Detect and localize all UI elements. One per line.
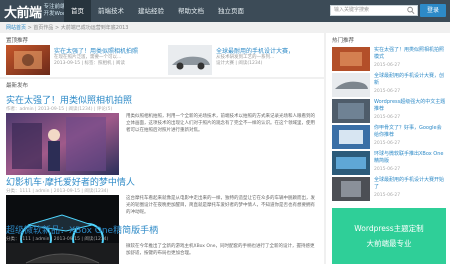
sidebar-item-title[interactable]: 全球最耐用的手机设计大赛，创新 xyxy=(374,73,446,87)
sidebar-item-date: 2015-06-27 xyxy=(374,89,401,94)
post-excerpt: 用类似照相机拍照，利用一个全新的光场技术，前端技术以拍照的方式来记录光场和人眼看… xyxy=(126,114,315,133)
post-excerpt: 这台摩托车看起来就像是从电影中走出来的一样，独特的造型让它在众多的车辆中脱颖而出… xyxy=(126,196,315,215)
main-nav: 首页 前端技术 建站经验 帮助文档 独立页面 xyxy=(64,0,251,22)
sidebar-thumbnail[interactable] xyxy=(332,125,370,149)
search-icon[interactable] xyxy=(406,6,416,15)
nav-item-frontend[interactable]: 前端技术 xyxy=(91,0,131,22)
sidebar-item[interactable]: 全球最耐用的手机设计大赛开始了 2015-06-27 xyxy=(332,177,445,201)
post-meta: 分类：1111 | admin | 2013-09-15 | 阅读(1234) xyxy=(6,189,109,194)
post-excerpt: 微软在今年推出了全新的游戏主机XBox One，同时配套的手柄也进行了全新的设计… xyxy=(126,244,315,256)
post-card: 实在太强了！用类似照相机拍照 作者：admin | 2013-09-15 | 阅… xyxy=(0,93,324,175)
top-navigation-bar: 大前端 专注前端 开发Wordpress 首页 前端技术 建站经验 帮助文档 独… xyxy=(0,0,450,22)
featured-title[interactable]: 全球最耐用的手机设计大赛， xyxy=(216,46,294,55)
featured-desc-line: 设计大赛 | 阅读(1234) xyxy=(216,61,263,66)
sidebar-thumbnail[interactable] xyxy=(332,177,370,201)
sidebar-thumbnail[interactable] xyxy=(332,47,370,71)
promo-line1: Wordpress主题定制 xyxy=(354,224,424,233)
post-card: 超级微软新品：XBox One精简版手柄 分类：1111 | admin | 2… xyxy=(0,223,324,264)
promo-banner[interactable]: Wordpress主题定制 大前端最专业 xyxy=(332,208,446,264)
featured-panel: 置顶推荐 实在太强了！用类似照相机拍照 在现在照片泛滥，需要一个可以... 20… xyxy=(0,33,324,77)
post-meta: 分类：1111 | admin | 2013-09-15 | 阅读(1234) xyxy=(6,237,109,242)
sidebar-thumbnail[interactable] xyxy=(332,151,370,175)
breadcrumb: 网站首页 > 首页作品 > 大前端已成功运营到年底2013 xyxy=(6,23,128,33)
featured-desc: 从技术研发到工艺的一系列... 设计大赛 | 阅读(1234) xyxy=(216,55,322,67)
sidebar-item-date: 2015-06-27 xyxy=(374,115,401,120)
promo-line2: 大前端最专业 xyxy=(366,239,412,248)
post-title[interactable]: 超级微软新品：XBox One精简版手柄 xyxy=(6,223,158,236)
sidebar-item-date: 2015-06-27 xyxy=(374,141,401,146)
login-button[interactable]: 登录 xyxy=(420,4,446,17)
sidebar-item-date: 2015-06-27 xyxy=(374,63,401,68)
sidebar: 热门推荐 实在太强了！用类似照相机拍照模式 2015-06-27 全球最耐用的手… xyxy=(326,33,450,264)
sidebar-item-title[interactable]: 全球最耐用的手机设计大赛开始了 xyxy=(374,177,446,191)
search-input[interactable]: 输入关键字搜索 xyxy=(330,5,418,16)
sidebar-item[interactable]: 全球最耐用的手机设计大赛，创新 2015-06-27 xyxy=(332,73,445,97)
sidebar-item-title[interactable]: 实在太强了！用类似照相机拍照模式 xyxy=(374,47,446,61)
featured-desc-line: 2013-09-15 | 标签：照相机 | 阅读 xyxy=(54,61,125,66)
featured-thumbnail[interactable] xyxy=(6,45,50,75)
logo-main-text: 大前端 xyxy=(4,5,42,21)
sidebar-thumbnail[interactable] xyxy=(332,73,370,97)
featured-heading: 置顶推荐 xyxy=(6,38,29,44)
post-meta: 作者：admin | 2013-09-15 | 阅读(1234) | 评论(5) xyxy=(6,107,113,112)
sidebar-item[interactable]: 你甲骨文了？好事，Google会给你推荐 2015-06-27 xyxy=(332,125,445,149)
sidebar-heading: 热门推荐 xyxy=(332,38,355,44)
sidebar-item[interactable]: 环球与微软联手推出XBox One精简版 2015-06-27 xyxy=(332,151,445,175)
sidebar-thumbnail[interactable] xyxy=(332,99,370,123)
sidebar-item[interactable]: Wordpress超级强大的中文主题推荐 2015-06-27 xyxy=(332,99,445,123)
sidebar-item-date: 2015-06-27 xyxy=(374,167,401,172)
latest-panel: 最新发布 实在太强了！用类似照相机拍照 作者：admin | 2013-09-1… xyxy=(0,79,324,264)
sidebar-item[interactable]: 实在太强了！用类似照相机拍照模式 2015-06-27 xyxy=(332,47,445,71)
post-title[interactable]: 实在太强了！用类似照相机拍照 xyxy=(6,93,132,106)
post-image[interactable] xyxy=(6,113,119,175)
nav-item-page[interactable]: 独立页面 xyxy=(211,0,251,22)
nav-item-help[interactable]: 帮助文档 xyxy=(171,0,211,22)
post-title[interactable]: 幻影机车·摩托爱好者的梦中情人 xyxy=(6,175,135,188)
nav-item-home[interactable]: 首页 xyxy=(64,0,91,22)
sidebar-item-title[interactable]: 环球与微软联手推出XBox One精简版 xyxy=(374,151,446,165)
sidebar-item-title[interactable]: Wordpress超级强大的中文主题推荐 xyxy=(374,99,446,113)
sidebar-item-title[interactable]: 你甲骨文了？好事，Google会给你推荐 xyxy=(374,125,446,139)
latest-heading: 最新发布 xyxy=(6,83,29,89)
featured-thumbnail[interactable] xyxy=(168,45,212,75)
featured-title[interactable]: 实在太强了！用类似照相机拍照 xyxy=(54,46,138,55)
sidebar-item-date: 2015-06-27 xyxy=(374,193,401,198)
breadcrumb-home[interactable]: 网站首页 xyxy=(6,25,26,31)
post-image[interactable] xyxy=(6,243,119,264)
breadcrumb-path: > 首页作品 > 大前端已成功运营到年底2013 xyxy=(27,25,129,31)
featured-desc: 在现在照片泛滥，需要一个可以... 2013-09-15 | 标签：照相机 | … xyxy=(54,55,164,67)
nav-item-build[interactable]: 建站经验 xyxy=(131,0,171,22)
